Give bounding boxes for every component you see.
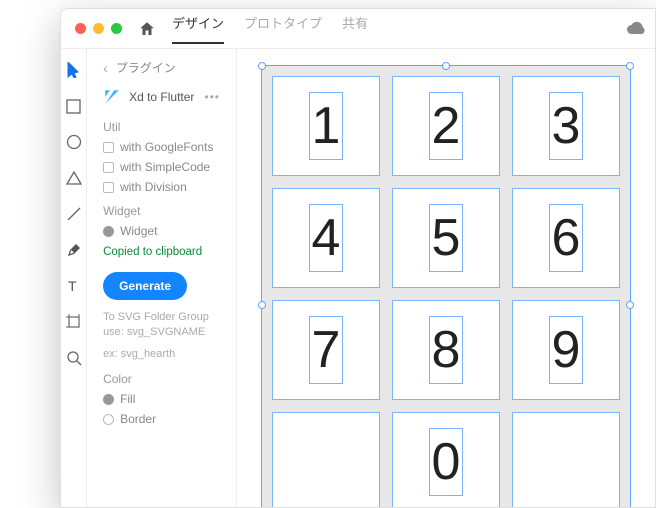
keypad-key-2[interactable]: 2 (392, 76, 500, 176)
window-minimize[interactable] (93, 23, 104, 34)
keypad-key-0[interactable]: 0 (392, 412, 500, 508)
keypad-key-8[interactable]: 8 (392, 300, 500, 400)
canvas[interactable]: 1 2 3 4 5 6 7 8 9 0 (237, 49, 655, 507)
keypad-digit: 2 (432, 96, 461, 156)
text-tool-icon[interactable]: T (65, 277, 83, 295)
selection-handle[interactable] (626, 301, 634, 309)
ellipse-tool-icon[interactable] (65, 133, 83, 151)
tab-prototype[interactable]: プロトタイプ (244, 13, 322, 44)
radio-widget[interactable]: Widget (103, 224, 220, 238)
generate-button[interactable]: Generate (103, 272, 187, 300)
cloud-sync-icon[interactable] (627, 21, 645, 35)
panel-breadcrumb[interactable]: ‹ プラグイン (103, 59, 220, 76)
keypad-digit: 5 (432, 208, 461, 268)
keypad-key-9[interactable]: 9 (512, 300, 620, 400)
triangle-tool-icon[interactable] (65, 169, 83, 187)
keypad-digit: 6 (552, 208, 581, 268)
chevron-left-icon: ‹ (103, 60, 108, 76)
keypad-digit: 3 (552, 96, 581, 156)
selection-handle[interactable] (626, 62, 634, 70)
section-util: Util (103, 120, 220, 134)
checkbox-simplecode[interactable]: with SimpleCode (103, 160, 220, 174)
keypad-key-6[interactable]: 6 (512, 188, 620, 288)
radio-fill[interactable]: Fill (103, 392, 220, 406)
zoom-tool-icon[interactable] (65, 349, 83, 367)
keypad-digit: 1 (312, 96, 341, 156)
rectangle-tool-icon[interactable] (65, 97, 83, 115)
selection-handle[interactable] (258, 301, 266, 309)
svg-text:T: T (68, 279, 77, 293)
hint-svg-example: ex: svg_hearth (103, 347, 220, 362)
checkbox-division[interactable]: with Division (103, 180, 220, 194)
keypad-digit: 0 (432, 432, 461, 492)
keypad-key-1[interactable]: 1 (272, 76, 380, 176)
keypad-digit: 4 (312, 208, 341, 268)
copied-status: Copied to clipboard (103, 246, 220, 258)
hint-svg-folder: To SVG Folder Group use: svg_SVGNAME (103, 310, 220, 341)
window-close[interactable] (75, 23, 86, 34)
line-tool-icon[interactable] (65, 205, 83, 223)
pen-tool-icon[interactable] (65, 241, 83, 259)
radio-border[interactable]: Border (103, 412, 220, 426)
keypad-digit: 9 (552, 320, 581, 380)
section-widget: Widget (103, 204, 220, 218)
window-zoom[interactable] (111, 23, 122, 34)
section-color: Color (103, 372, 220, 386)
keypad-digit: 7 (312, 320, 341, 380)
tab-share[interactable]: 共有 (342, 13, 368, 44)
keypad-key-3[interactable]: 3 (512, 76, 620, 176)
keypad-key-5[interactable]: 5 (392, 188, 500, 288)
plugin-logo-icon (103, 88, 121, 106)
keypad-digit: 8 (432, 320, 461, 380)
tab-design[interactable]: デザイン (172, 13, 224, 44)
plugin-panel: ‹ プラグイン Xd to Flutter ••• Util with Goog… (87, 49, 237, 507)
select-tool-icon[interactable] (65, 61, 83, 79)
artboard-tool-icon[interactable] (65, 313, 83, 331)
panel-back-label: プラグイン (116, 59, 176, 76)
plugin-name: Xd to Flutter (129, 90, 196, 104)
checkbox-googlefonts[interactable]: with GoogleFonts (103, 140, 220, 154)
selection-handle[interactable] (442, 62, 450, 70)
plugin-more-icon[interactable]: ••• (204, 90, 220, 104)
artboard-keypad[interactable]: 1 2 3 4 5 6 7 8 9 0 (261, 65, 631, 508)
keypad-key-blank[interactable] (272, 412, 380, 508)
selection-handle[interactable] (258, 62, 266, 70)
keypad-key-7[interactable]: 7 (272, 300, 380, 400)
home-icon[interactable] (138, 20, 156, 38)
keypad-key-4[interactable]: 4 (272, 188, 380, 288)
tool-strip: T (61, 49, 87, 507)
keypad-key-blank[interactable] (512, 412, 620, 508)
